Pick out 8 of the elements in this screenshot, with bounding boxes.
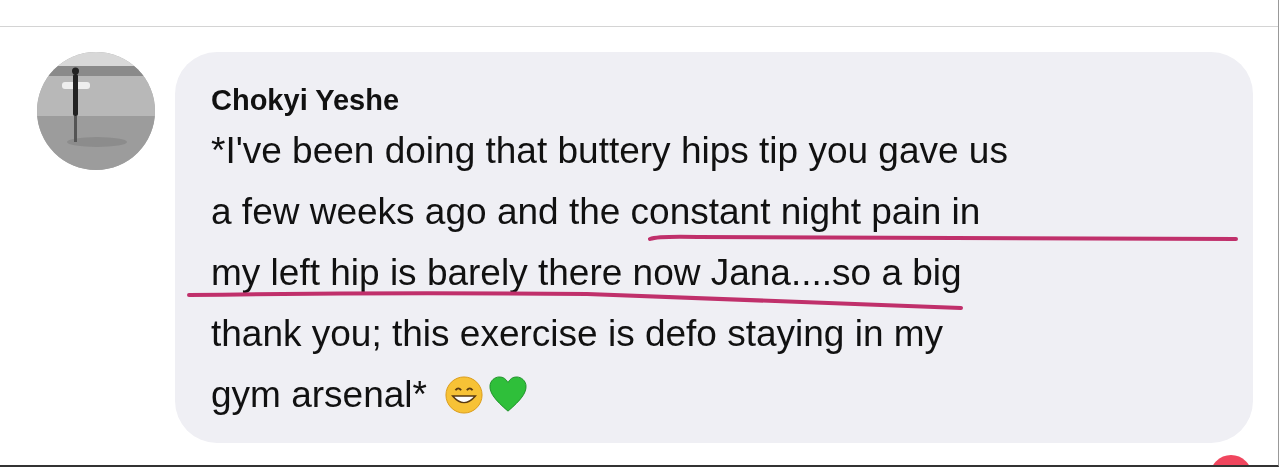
comment-text: thank you; this exercise is defo staying in my bbox=[211, 315, 944, 352]
comment-text: gym arsenal* bbox=[211, 376, 427, 413]
comment-text: *I've been doing that buttery hips tip you gave us bbox=[211, 132, 1008, 169]
comment-text: a few weeks ago and the constant night pain in bbox=[211, 193, 981, 230]
heart-icon bbox=[488, 375, 527, 414]
grinning-face-icon bbox=[444, 375, 483, 414]
comment-text: my left hip is barely there now Jana....so a big bbox=[211, 254, 962, 291]
author-name: Chokyi Yeshe bbox=[211, 83, 401, 118]
